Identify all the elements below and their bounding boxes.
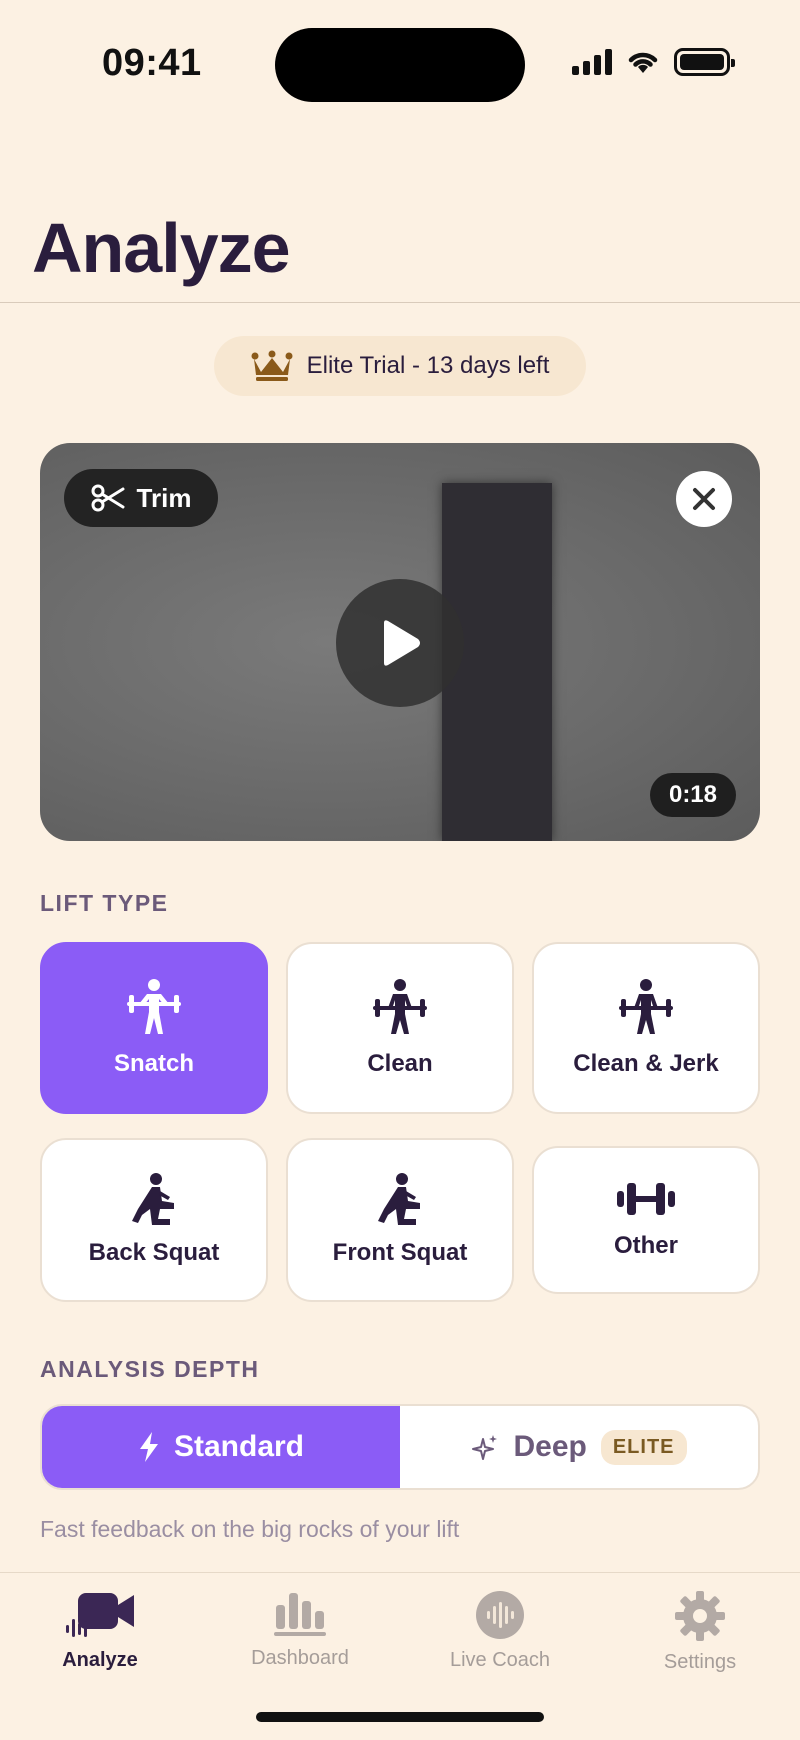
- tab-dashboard[interactable]: Dashboard: [215, 1591, 385, 1670]
- waveform-icon: [476, 1591, 524, 1639]
- depth-deep-label: Deep: [513, 1430, 587, 1463]
- home-indicator: [256, 1712, 544, 1722]
- lightning-bolt-icon: [139, 1432, 158, 1462]
- duration-badge: 0:18: [650, 773, 736, 817]
- lift-option-front-squat[interactable]: Front Squat: [286, 1138, 514, 1302]
- analysis-depth-control: Standard Deep ELITE: [40, 1404, 760, 1490]
- tab-settings[interactable]: Settings: [615, 1591, 785, 1674]
- elite-badge: ELITE: [600, 1429, 687, 1465]
- lift-option-clean-and-jerk[interactable]: Clean & Jerk: [532, 942, 760, 1114]
- squat-figure-icon: [378, 1173, 420, 1225]
- scissors-icon: [91, 484, 125, 512]
- sparkle-icon: [472, 1435, 498, 1460]
- clean-lifter-icon: [373, 979, 427, 1034]
- trim-label: Trim: [136, 482, 192, 513]
- lift-option-label: Clean: [367, 1050, 433, 1077]
- squat-figure-icon: [132, 1173, 174, 1225]
- video-camera-icon: [66, 1593, 134, 1637]
- gear-icon: [675, 1591, 725, 1641]
- tab-live-coach[interactable]: Live Coach: [415, 1591, 585, 1672]
- close-button[interactable]: [676, 471, 732, 527]
- depth-option-standard[interactable]: Standard: [42, 1406, 400, 1488]
- lift-option-label: Snatch: [113, 1050, 194, 1077]
- lift-option-label: Front Squat: [332, 1239, 468, 1266]
- cellular-signal-icon: [572, 49, 612, 75]
- tab-label: Dashboard: [251, 1647, 349, 1669]
- close-icon: [693, 488, 715, 510]
- elite-trial-label: Elite Trial - 13 days left: [306, 352, 550, 379]
- lift-option-label: Back Squat: [88, 1239, 220, 1266]
- tab-label: Settings: [663, 1651, 737, 1673]
- lift-option-snatch[interactable]: Snatch: [40, 942, 268, 1114]
- status-bar: 09:41: [0, 0, 800, 130]
- status-icons: [572, 48, 735, 76]
- header-divider: [0, 302, 800, 303]
- lift-type-label: LIFT TYPE: [40, 890, 169, 916]
- lift-option-label: Clean & Jerk: [573, 1050, 719, 1077]
- lift-option-other[interactable]: Other: [532, 1146, 760, 1294]
- depth-option-deep[interactable]: Deep ELITE: [400, 1406, 758, 1488]
- wifi-icon: [628, 52, 658, 73]
- play-icon: [384, 620, 420, 666]
- dynamic-island: [275, 28, 525, 102]
- video-preview[interactable]: Trim 0:18: [40, 443, 760, 841]
- tab-label: Analyze: [62, 1649, 138, 1671]
- lift-option-label: Other: [613, 1232, 678, 1259]
- bar-chart-icon: [274, 1593, 326, 1636]
- battery-icon: [674, 48, 735, 76]
- play-button[interactable]: [336, 579, 464, 707]
- tab-label: Live Coach: [449, 1649, 551, 1671]
- tab-analyze[interactable]: Analyze: [15, 1591, 185, 1672]
- depth-standard-label: Standard: [173, 1430, 305, 1463]
- status-time: 09:41: [102, 42, 202, 84]
- depth-description: Fast feedback on the big rocks of your l…: [40, 1516, 460, 1542]
- dumbbell-icon: [617, 1183, 675, 1215]
- page-title: Analyze: [32, 209, 291, 287]
- lift-option-clean[interactable]: Clean: [286, 942, 514, 1114]
- lift-option-back-squat[interactable]: Back Squat: [40, 1138, 268, 1302]
- analysis-depth-label: ANALYSIS DEPTH: [40, 1356, 260, 1382]
- crown-icon: [251, 350, 293, 381]
- snatch-lifter-icon: [127, 979, 181, 1034]
- clean-and-jerk-lifter-icon: [619, 979, 673, 1034]
- trim-button[interactable]: Trim: [64, 469, 218, 527]
- elite-trial-banner[interactable]: Elite Trial - 13 days left: [214, 336, 586, 396]
